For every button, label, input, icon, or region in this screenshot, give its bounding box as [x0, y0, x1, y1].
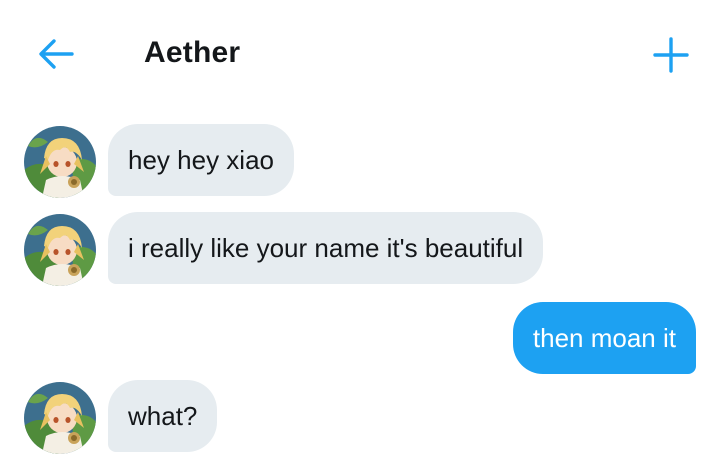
avatar-image	[24, 382, 96, 454]
message-row: hey hey xiao	[0, 124, 720, 198]
incoming-message-bubble[interactable]: i really like your name it's beautiful	[108, 212, 544, 284]
incoming-message-bubble[interactable]: what?	[108, 380, 218, 452]
conversation-title: Aether	[144, 36, 241, 69]
new-message-button[interactable]	[648, 32, 694, 78]
message-row: then moan it	[0, 302, 720, 376]
back-button[interactable]	[34, 34, 78, 74]
avatar[interactable]	[24, 126, 96, 198]
plus-icon	[653, 37, 689, 73]
incoming-message-bubble[interactable]: hey hey xiao	[108, 124, 294, 196]
outgoing-message-bubble[interactable]: then moan it	[512, 302, 696, 374]
avatar-image	[24, 126, 96, 198]
avatar-image	[24, 214, 96, 286]
chat-header: Aether	[0, 0, 720, 104]
message-row: what?	[0, 380, 720, 454]
arrow-left-icon	[39, 39, 74, 69]
avatar[interactable]	[24, 382, 96, 454]
message-row: i really like your name it's beautiful	[0, 212, 720, 286]
avatar[interactable]	[24, 214, 96, 286]
